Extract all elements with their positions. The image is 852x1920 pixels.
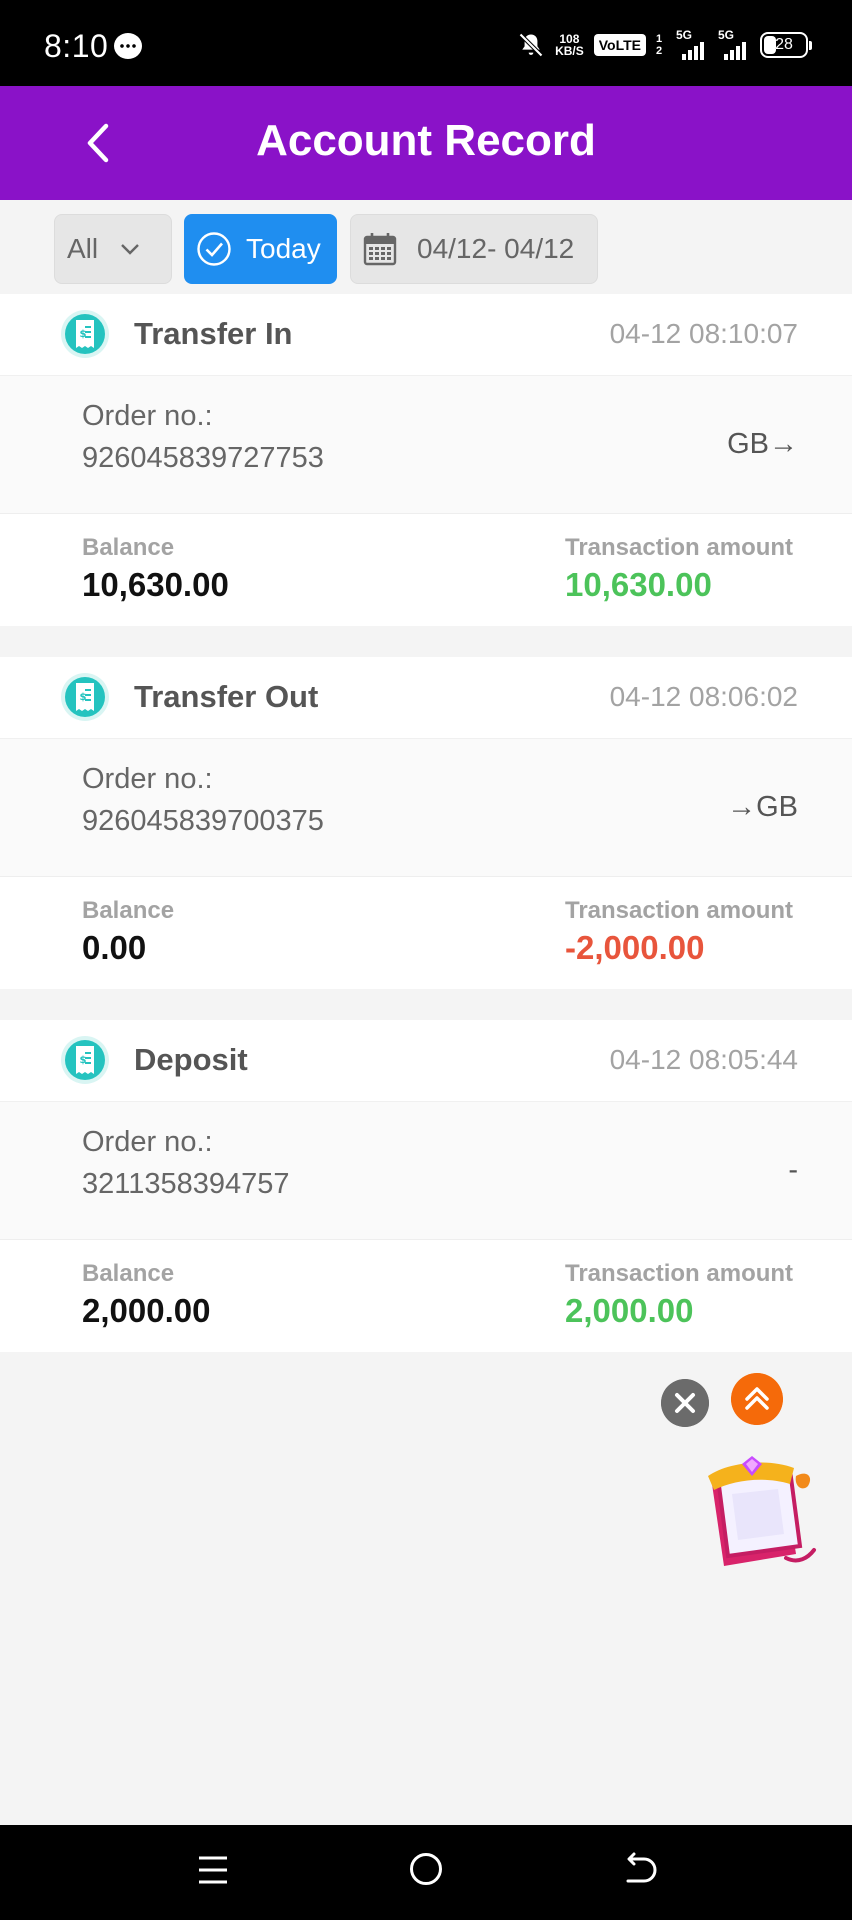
order-number: 3211358394757 <box>82 1168 290 1200</box>
page-title: Account Record <box>256 116 596 165</box>
record-card[interactable]: $ Transfer In 04-12 08:10:07 Order no.: … <box>0 294 852 626</box>
receipt-icon: $ <box>61 310 109 358</box>
signal-icon-2: 5G <box>718 28 750 60</box>
record-balance-section: Balance 0.00 Transaction amount -2,000.0… <box>0 877 852 989</box>
svg-text:$: $ <box>80 692 87 703</box>
app-header: Account Record <box>0 86 852 200</box>
record-header: $ Transfer Out 04-12 08:06:02 <box>0 657 852 739</box>
battery-level: 28 <box>775 36 793 53</box>
balance-value: 2,000.00 <box>82 1292 211 1329</box>
order-number: 926045839727753 <box>82 442 324 474</box>
chevron-down-icon <box>121 244 139 255</box>
record-card[interactable]: $ Deposit 04-12 08:05:44 Order no.: 3211… <box>0 1020 852 1352</box>
record-type: Transfer In <box>134 316 293 351</box>
amount-value: 2,000.00 <box>565 1292 694 1329</box>
today-filter-label: Today <box>246 233 321 264</box>
close-floating-button[interactable] <box>661 1379 709 1427</box>
today-filter-button[interactable]: Today <box>184 214 337 284</box>
chat-notification-icon <box>114 33 142 59</box>
record-balance-section: Balance 10,630.00 Transaction amount 10,… <box>0 514 852 626</box>
balance-value: 10,630.00 <box>82 566 229 603</box>
system-nav-bar <box>0 1825 852 1920</box>
status-time: 8:10 <box>44 28 109 64</box>
record-balance-section: Balance 2,000.00 Transaction amount 2,00… <box>0 1240 852 1352</box>
amount-label: Transaction amount <box>565 1260 794 1287</box>
balance-label: Balance <box>82 897 175 924</box>
scroll-to-top-button[interactable] <box>731 1373 783 1425</box>
svg-text:$: $ <box>80 329 87 340</box>
date-range-value: 04/12- 04/12 <box>417 233 575 264</box>
svg-text:$: $ <box>80 1055 87 1066</box>
home-icon[interactable] <box>408 1851 444 1887</box>
volte-badge: VoLTE <box>593 34 646 56</box>
record-order-section: Order no.: 926045839727753 GB→ <box>0 376 852 514</box>
balance-label: Balance <box>82 1260 175 1287</box>
order-label: Order no.: <box>82 1126 213 1158</box>
amount-label: Transaction amount <box>565 897 794 924</box>
recent-apps-icon[interactable] <box>196 1853 230 1887</box>
record-type: Deposit <box>134 1042 248 1077</box>
transfer-direction: - <box>788 1154 798 1186</box>
status-bar: 8:10 108 KB/S VoLTE 1 2 5G 5G 28 <box>0 0 852 86</box>
calendar-icon <box>363 233 397 266</box>
record-order-section: Order no.: 926045839700375 →GB <box>0 739 852 877</box>
check-circle-icon <box>197 232 231 266</box>
record-time: 04-12 08:06:02 <box>609 681 798 712</box>
amount-value: 10,630.00 <box>565 566 712 603</box>
type-filter-value: All <box>67 233 99 264</box>
bell-muted-icon <box>519 33 544 57</box>
status-icons: 108 KB/S VoLTE 1 2 5G 5G 28 <box>517 28 812 60</box>
record-time: 04-12 08:05:44 <box>609 1044 798 1075</box>
signal-icon-1: 5G <box>676 28 708 60</box>
record-order-section: Order no.: 3211358394757 - <box>0 1102 852 1240</box>
order-label: Order no.: <box>82 400 213 432</box>
type-filter-dropdown[interactable]: All <box>54 214 172 284</box>
back-icon[interactable] <box>620 1851 658 1889</box>
date-range-picker[interactable]: 04/12- 04/12 <box>350 214 598 284</box>
transfer-direction: →GB <box>727 791 798 823</box>
record-header: $ Deposit 04-12 08:05:44 <box>0 1020 852 1102</box>
gift-promo-icon[interactable] <box>698 1454 820 1576</box>
order-label: Order no.: <box>82 763 213 795</box>
amount-label: Transaction amount <box>565 534 794 561</box>
receipt-icon: $ <box>61 673 109 721</box>
battery-icon: 28 <box>760 32 812 58</box>
balance-value: 0.00 <box>82 929 147 966</box>
net-speed: 108 KB/S <box>555 32 584 58</box>
record-type: Transfer Out <box>134 679 319 714</box>
filter-bar: All Today 04/12- 04/12 <box>0 200 852 292</box>
record-header: $ Transfer In 04-12 08:10:07 <box>0 294 852 376</box>
transfer-direction: GB→ <box>727 428 798 460</box>
receipt-icon: $ <box>61 1036 109 1084</box>
amount-value: -2,000.00 <box>565 929 705 966</box>
order-number: 926045839700375 <box>82 805 324 837</box>
balance-label: Balance <box>82 534 175 561</box>
record-card[interactable]: $ Transfer Out 04-12 08:06:02 Order no.:… <box>0 657 852 989</box>
sim-indicator: 1 2 <box>656 33 663 57</box>
record-time: 04-12 08:10:07 <box>609 318 798 349</box>
